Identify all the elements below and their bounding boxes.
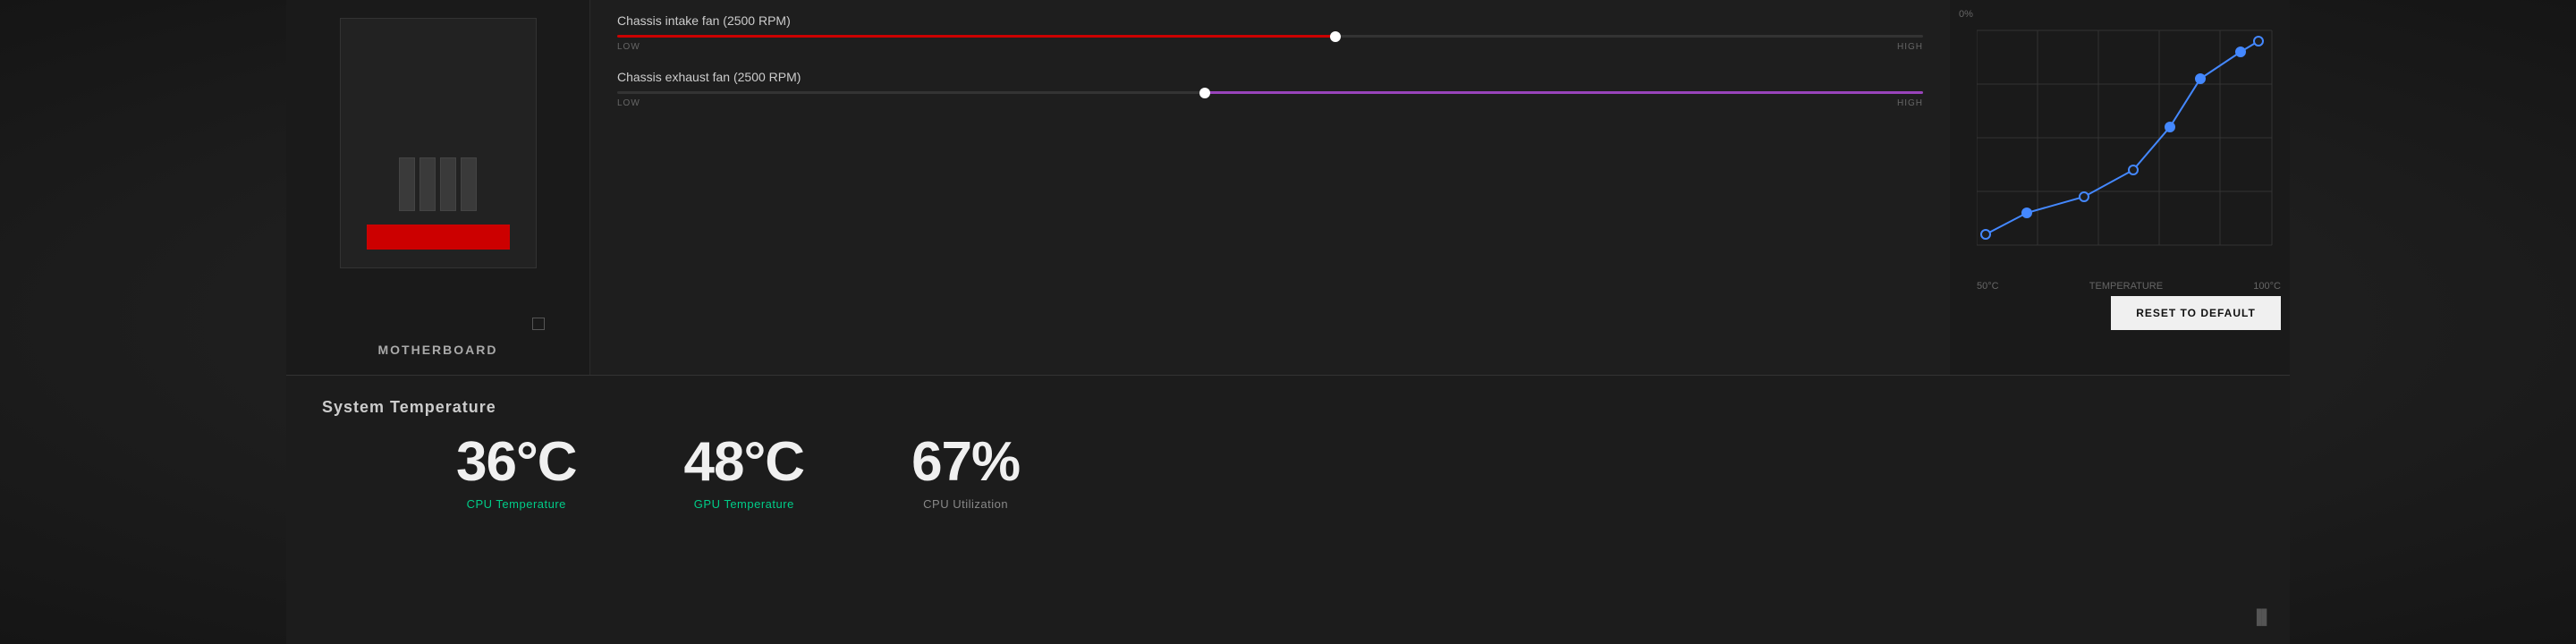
chart-point-2[interactable] [2022,208,2031,217]
gpu-temp-value: 48°C [684,435,805,490]
temp-metrics: 36°C CPU Temperature 48°C GPU Temperatur… [456,435,2254,511]
fan-range-exhaust: LOW HIGH [617,98,1923,108]
chart-point-5[interactable] [2165,123,2174,131]
fan-control-exhaust: Chassis exhaust fan (2500 RPM) LOW HIGH [617,70,1923,108]
cpu-temp-label: CPU Temperature [467,497,566,511]
chart-x-left: 50°C [1977,281,1999,292]
gpu-temp-label: GPU Temperature [694,497,794,511]
motherboard-label: MOTHERBOARD [378,343,498,357]
fan-high-exhaust: HIGH [1897,98,1923,108]
reset-to-default-button[interactable]: RESET TO DEFAULT [2111,296,2281,330]
bottom-indicator: ▐▌ [2251,610,2272,626]
mb-slot-4 [461,157,477,211]
fan-controls-panel: Chassis intake fan (2500 RPM) LOW HIGH C… [590,0,1950,375]
mb-slot-2 [419,157,436,211]
top-section: MOTHERBOARD Chassis intake fan (2500 RPM… [286,0,2290,376]
gpu-temp-metric: 48°C GPU Temperature [684,435,805,511]
bar-chart-icon: ▐▌ [2251,610,2272,625]
chart-point-4[interactable] [2129,165,2138,174]
chart-point-7[interactable] [2236,47,2245,56]
chart-point-3[interactable] [2080,192,2089,201]
cpu-util-label: CPU Utilization [923,497,1008,511]
fan-header-exhaust: Chassis exhaust fan (2500 RPM) [617,70,1923,84]
cpu-util-value: 67% [911,435,1020,490]
fan-slider-thumb-intake[interactable] [1330,31,1341,42]
chart-y-label: 0% [1959,9,1973,20]
chart-x-labels: 50°C TEMPERATURE 100°C [1977,281,2281,292]
cpu-temp-value: 36°C [456,435,577,490]
chart-point-1[interactable] [1981,230,1990,239]
chart-area [1977,21,2281,272]
fan-name-exhaust: Chassis exhaust fan (2500 RPM) [617,70,801,84]
mb-slots [399,157,477,211]
chart-point-8[interactable] [2254,37,2263,46]
chart-svg [1977,21,2281,272]
fan-header-intake: Chassis intake fan (2500 RPM) [617,13,1923,28]
left-panel: MOTHERBOARD [286,0,590,375]
mb-bar [367,225,510,250]
fan-control-intake: Chassis intake fan (2500 RPM) LOW HIGH [617,13,1923,52]
chart-panel: 0% [1950,0,2290,375]
cpu-temp-metric: 36°C CPU Temperature [456,435,577,511]
fan-slider-track-exhaust[interactable] [617,91,1923,94]
mb-slot-1 [399,157,415,211]
mb-slot-3 [440,157,456,211]
fan-slider-thumb-exhaust[interactable] [1199,88,1210,98]
system-temperature-title: System Temperature [322,398,2254,417]
fan-high-intake: HIGH [1897,42,1923,52]
cpu-util-metric: 67% CPU Utilization [911,435,1020,511]
fan-low-intake: LOW [617,42,640,52]
fan-range-intake: LOW HIGH [617,42,1923,52]
fan-slider-track-intake[interactable] [617,35,1923,38]
motherboard-visual [340,18,537,268]
chart-point-6[interactable] [2196,74,2205,83]
chart-x-mid: TEMPERATURE [2089,281,2163,292]
mb-checkbox[interactable] [532,318,545,330]
fan-name-intake: Chassis intake fan (2500 RPM) [617,13,791,28]
main-container: MOTHERBOARD Chassis intake fan (2500 RPM… [286,0,2290,644]
chart-x-right: 100°C [2253,281,2281,292]
bottom-section: System Temperature 36°C CPU Temperature … [286,376,2290,644]
fan-low-exhaust: LOW [617,98,640,108]
